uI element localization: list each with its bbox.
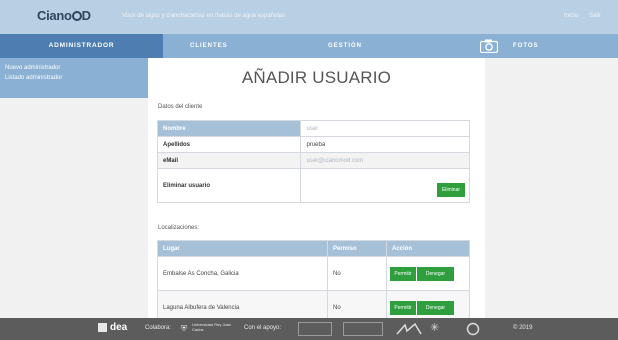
allow-button[interactable]: Permitir	[390, 266, 416, 281]
app-logo[interactable]: Ciano D	[37, 8, 91, 23]
accion-header: Acción	[386, 240, 470, 257]
sponsor-logo-2-icon	[343, 322, 383, 336]
nav-tab-clientes[interactable]: CLIENTES	[190, 34, 228, 58]
deny-button[interactable]: Denegar	[417, 266, 454, 281]
locations-section-label: Localizaciones:	[158, 225, 200, 231]
sponsor-logo-4-icon: ✳	[430, 322, 440, 334]
apellidos-label: Apellidos	[156, 136, 302, 153]
deny-button[interactable]: Denegar	[417, 300, 454, 315]
dea-logo-icon	[98, 323, 107, 332]
page-title: AÑADIR USUARIO	[241, 68, 392, 87]
footer: dea Colabora: ⛨ Universidad Rey Juan Car…	[0, 318, 618, 340]
nav-tab-gestion[interactable]: GESTIÓN	[328, 34, 362, 58]
table-row: eMail user@cianomod.com	[156, 152, 470, 169]
university-logo: Universidad Rey Juan Carlos	[192, 322, 232, 332]
sidebar-item-nuevo-administrador[interactable]: Nuevo administrador	[0, 63, 163, 73]
client-section-label: Datos del cliente	[158, 104, 203, 110]
support-label: Con el apoyo:	[244, 325, 282, 331]
sponsor-logo-1-icon	[298, 322, 332, 336]
allow-button[interactable]: Permitir	[390, 300, 416, 315]
lugar-header: Lugar	[157, 240, 328, 257]
table-row: Apellidos prueba	[156, 136, 470, 153]
sponsor-logo-3-icon	[395, 322, 423, 336]
admin-sidebar: Nuevo administrador Listado administrado…	[0, 58, 163, 98]
locations-table-header: Lugar Permiso Acción	[157, 240, 470, 257]
dea-logo: dea	[110, 322, 128, 333]
apellidos-field[interactable]: prueba	[300, 136, 470, 153]
logo-text-suffix: D	[81, 8, 91, 23]
permit-cell: No	[327, 256, 387, 291]
university-shield-icon: ⛨	[181, 324, 187, 333]
name-header: Nombre	[156, 120, 302, 137]
email-label: eMail	[156, 152, 302, 169]
delete-user-label: Eliminar usuario	[156, 168, 302, 203]
logout-link[interactable]: Salir	[589, 13, 601, 19]
site-subtitle: Visor de algas y cianobacterias en masas…	[122, 13, 285, 19]
client-table: Nombre user Apellidos prueba eMail user@…	[156, 120, 470, 203]
home-link[interactable]: Inicio	[564, 13, 578, 19]
email-field[interactable]: user@cianomod.com	[300, 152, 470, 169]
nav-tab-fotos[interactable]: FOTOS	[513, 34, 539, 58]
main-nav: ADMINISTRADOR CLIENTES GESTIÓN FOTOS	[0, 34, 618, 58]
delete-button[interactable]: Eliminar	[437, 182, 465, 197]
main-panel: AÑADIR USUARIO Datos del cliente Nombre …	[148, 58, 485, 325]
collabora-label: Colabora:	[145, 325, 172, 331]
table-row: Embalse As Concha, Galicia No Permitir De…	[157, 256, 470, 291]
top-header: Ciano D Visor de algas y cianobacterias e…	[0, 0, 618, 34]
sponsor-logo-5-icon	[466, 322, 482, 336]
place-cell: Embalse As Concha, Galicia	[157, 256, 328, 291]
logo-text: Ciano	[37, 8, 72, 23]
locations-table: Lugar Permiso Acción Embalse As Concha, …	[157, 240, 470, 325]
client-table-header: Nombre user	[156, 120, 470, 137]
camera-icon[interactable]	[480, 39, 498, 53]
name-field[interactable]: user	[300, 120, 470, 137]
copyright: © 2019	[513, 325, 533, 331]
logo-o-icon	[71, 11, 82, 21]
sidebar-item-listado-administrador[interactable]: Listado administrador	[0, 73, 163, 83]
delete-row: Eliminar usuario Eliminar	[156, 168, 470, 203]
nav-tab-administrador[interactable]: ADMINISTRADOR	[0, 34, 163, 58]
permiso-header: Permiso	[327, 240, 387, 257]
